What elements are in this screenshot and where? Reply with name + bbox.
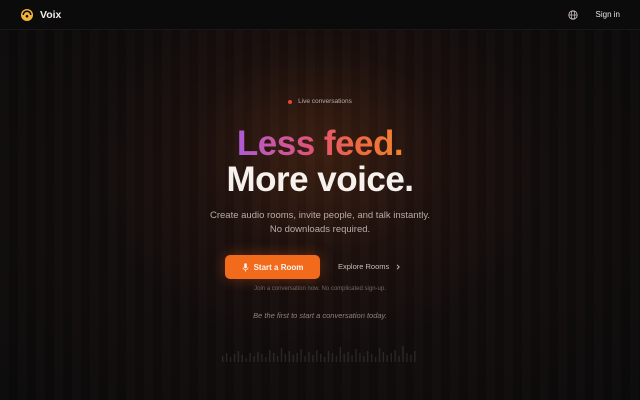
waveform-bar xyxy=(335,356,338,362)
waveform-bar xyxy=(339,347,341,362)
waveform-bar xyxy=(261,354,263,362)
waveform-bar xyxy=(343,354,345,362)
waveform-bar xyxy=(288,351,290,362)
sign-in-link[interactable]: Sign in xyxy=(596,10,620,19)
waveform-bar xyxy=(276,356,279,362)
waveform-bar xyxy=(292,355,294,362)
live-badge: Live conversations xyxy=(0,98,640,105)
explore-rooms-label: Explore Rooms xyxy=(338,262,390,271)
waveform-bar xyxy=(386,355,388,362)
globe-icon[interactable] xyxy=(567,9,578,20)
hero-subtitle-line1: Create audio rooms, invite people, and t… xyxy=(209,210,431,221)
waveform-bar xyxy=(367,351,369,362)
waveform-bar xyxy=(320,354,322,362)
waveform-bar xyxy=(323,357,326,362)
waveform-bar xyxy=(359,353,361,362)
waveform-bar xyxy=(249,353,251,362)
waveform-bar xyxy=(280,348,283,362)
tagline: Be the first to start a conversation tod… xyxy=(253,311,387,320)
waveform-bar xyxy=(265,357,267,362)
waveform-bar xyxy=(300,349,302,362)
hero-title-line2: More voice. xyxy=(226,160,414,199)
waveform-bar xyxy=(316,350,318,362)
nav-actions: Sign in xyxy=(567,9,620,20)
waveform-bar xyxy=(402,346,404,362)
waveform-bar xyxy=(253,356,255,362)
brand[interactable]: Voix xyxy=(20,8,61,22)
badge-text: Live conversations xyxy=(298,98,352,105)
waveform-bar xyxy=(398,356,400,362)
waveform-bar xyxy=(327,351,330,362)
waveform-bar xyxy=(414,351,416,362)
waveform-bar xyxy=(273,353,275,362)
waveform-bar xyxy=(410,355,412,362)
audio-waveform xyxy=(222,346,416,362)
waveform-bar xyxy=(347,352,349,362)
voix-logo-icon xyxy=(21,8,33,21)
waveform-bar xyxy=(222,356,224,362)
waveform-bar xyxy=(378,348,381,362)
top-navigation-bar: Voix Sign in xyxy=(0,0,640,30)
brand-name: Voix xyxy=(40,8,62,21)
waveform-bar xyxy=(237,351,240,362)
waveform-bar xyxy=(308,352,310,362)
start-room-label: Start a Room xyxy=(253,262,304,272)
hero-subtitle-line2: No downloads required. xyxy=(269,224,371,235)
waveform-bar xyxy=(304,356,306,362)
waveform-bar xyxy=(229,357,232,362)
waveform-bar xyxy=(257,352,259,362)
waveform-bar xyxy=(355,349,357,362)
waveform-bar xyxy=(241,355,243,362)
waveform-bar xyxy=(406,353,408,362)
waveform-bar xyxy=(312,355,314,362)
waveform-bar xyxy=(284,354,287,362)
waveform-bar xyxy=(394,350,396,362)
hero-title-line1: Less feed. xyxy=(0,126,640,161)
signup-note: Join a conversation now. No complicated … xyxy=(254,286,386,292)
waveform-bar xyxy=(269,350,271,362)
waveform-bar xyxy=(374,357,377,362)
live-dot-icon xyxy=(288,99,293,104)
waveform-bar xyxy=(363,356,365,362)
start-room-button[interactable]: Start a Room xyxy=(225,255,320,279)
waveform-bar xyxy=(245,358,247,362)
explore-rooms-link[interactable]: Explore Rooms xyxy=(338,262,401,271)
hero-title-line1-text: Less feed. xyxy=(236,124,404,163)
waveform-bar xyxy=(390,353,392,362)
waveform-bar xyxy=(331,353,334,362)
waveform-bar xyxy=(296,353,298,362)
waveform-bar xyxy=(382,352,385,362)
waveform-bar xyxy=(233,354,236,362)
waveform-bar xyxy=(225,353,228,362)
waveform-bar xyxy=(371,354,373,362)
waveform-bar xyxy=(351,355,353,362)
chevron-right-icon xyxy=(396,263,401,270)
microphone-icon xyxy=(242,262,248,272)
